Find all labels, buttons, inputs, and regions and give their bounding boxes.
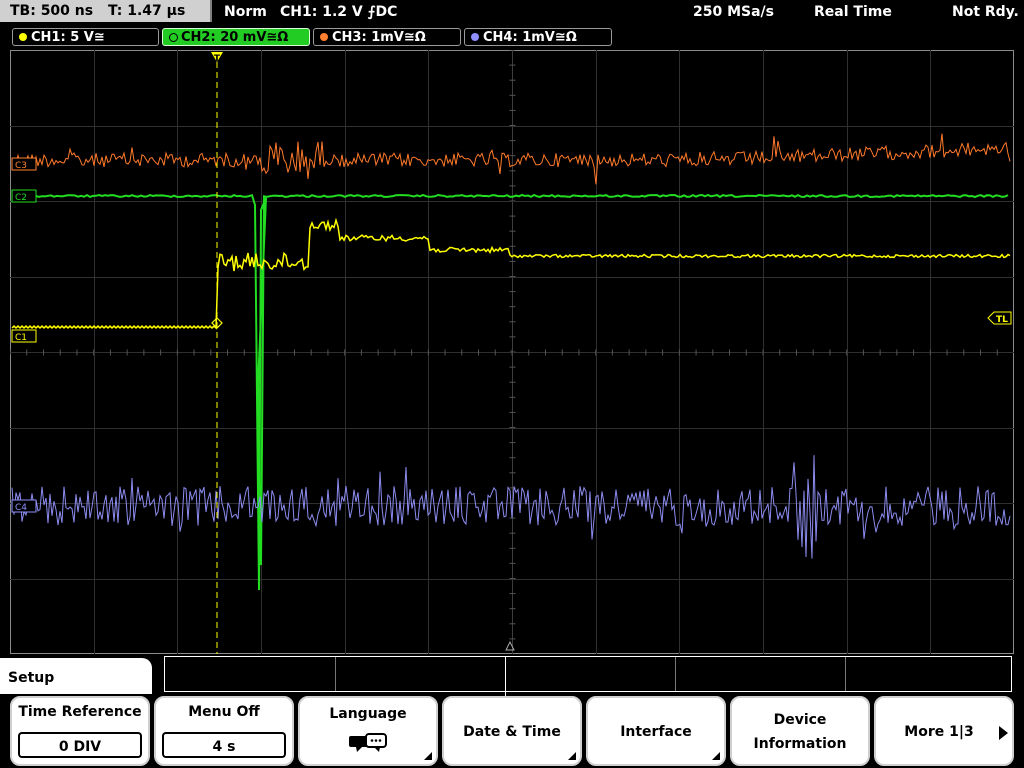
- bottom-menu: Setup Time Reference 0 DIV Menu Off 4 s …: [0, 654, 1024, 768]
- more-softkey[interactable]: More 1|3: [874, 696, 1014, 766]
- softkey-title: Language: [329, 706, 407, 722]
- top-status-bar: TB: 500 ns T: 1.47 µs Norm CH1: 1.2 V ⨍D…: [0, 0, 1024, 24]
- timebase-box[interactable]: TB: 500 ns T: 1.47 µs: [0, 0, 212, 22]
- channel-bar: CH1: 5 V≅ CH2: 20 mV≅Ω CH3: 1mV≅Ω CH4: 1…: [0, 26, 1024, 48]
- channel-tab-ch3[interactable]: CH3: 1mV≅Ω: [313, 28, 461, 46]
- submenu-indicator-icon: [424, 752, 432, 760]
- submenu-indicator-icon: [568, 752, 576, 760]
- trigger-status: Not Rdy.: [952, 4, 1019, 20]
- ch1-offset-marker[interactable]: C1: [11, 329, 37, 343]
- trigger-mode[interactable]: Norm: [224, 0, 267, 24]
- menu-title: Setup: [0, 658, 152, 694]
- c1-marker-label: C1: [15, 333, 27, 343]
- ch2-label: CH2: 20 mV≅Ω: [181, 30, 289, 45]
- mini-divider: [505, 657, 506, 697]
- menu-off-softkey[interactable]: Menu Off 4 s: [154, 696, 294, 766]
- softkey-title-line2: Information: [753, 736, 847, 752]
- mini-divider: [845, 657, 846, 691]
- softkey-title: Interface: [620, 724, 692, 740]
- softkey-title: Device: [773, 712, 827, 728]
- channel-tab-ch4[interactable]: CH4: 1mV≅Ω: [464, 28, 612, 46]
- softkey-title: Menu Off: [188, 704, 260, 720]
- ch4-label: CH4: 1mV≅Ω: [483, 30, 577, 45]
- trigger-level-label: TL: [996, 315, 1008, 325]
- trigger-time-value: T: 1.47 µs: [107, 3, 186, 19]
- date-time-softkey[interactable]: Date & Time: [442, 696, 582, 766]
- time-reference-value[interactable]: 0 DIV: [18, 732, 142, 758]
- channel-tab-ch2[interactable]: CH2: 20 mV≅Ω: [162, 28, 310, 46]
- trigger-pos-label: T: [214, 54, 221, 64]
- ch4-offset-marker[interactable]: C4: [11, 499, 37, 513]
- mini-divider: [335, 657, 336, 691]
- channel-tab-ch1[interactable]: CH1: 5 V≅: [12, 28, 159, 46]
- waveform-display[interactable]: T C3 C2 C1 C4 TL: [10, 50, 1014, 654]
- ch3-color-dot: [320, 33, 328, 41]
- mini-timeline: [164, 656, 1012, 697]
- language-softkey[interactable]: Language: [298, 696, 438, 766]
- softkey-title: Date & Time: [463, 724, 561, 740]
- ch2-offset-marker[interactable]: C2: [11, 189, 37, 203]
- submenu-indicator-icon: [712, 752, 720, 760]
- time-reference-softkey[interactable]: Time Reference 0 DIV: [10, 696, 150, 766]
- softkey-title: Time Reference: [18, 704, 142, 720]
- ch4-color-dot: [471, 33, 479, 41]
- ch2-color-dot: [169, 33, 178, 42]
- trigger-info[interactable]: CH1: 1.2 V ⨍DC: [280, 0, 397, 24]
- acquisition-mode: Real Time: [814, 4, 892, 20]
- interface-softkey[interactable]: Interface: [586, 696, 726, 766]
- next-page-arrow-icon: [999, 726, 1008, 740]
- device-information-softkey[interactable]: Device Information: [730, 696, 870, 766]
- menu-off-value[interactable]: 4 s: [162, 732, 286, 758]
- speech-bubbles-icon: [349, 733, 387, 752]
- ch1-label: CH1: 5 V≅: [31, 30, 105, 45]
- c3-marker-label: C3: [15, 161, 27, 171]
- ch3-label: CH3: 1mV≅Ω: [332, 30, 426, 45]
- mini-divider: [675, 657, 676, 691]
- sample-rate: 250 MSa/s: [693, 4, 775, 20]
- c4-marker-label: C4: [15, 503, 27, 513]
- softkey-title: More 1|3: [904, 724, 974, 740]
- ch1-color-dot: [19, 33, 27, 41]
- c2-marker-label: C2: [15, 193, 27, 203]
- timebase-value: TB: 500 ns: [10, 3, 94, 19]
- ch3-offset-marker[interactable]: C3: [11, 157, 37, 171]
